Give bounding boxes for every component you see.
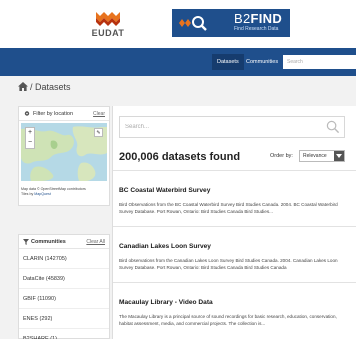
result-title[interactable]: Macaulay Library - Video Data [119, 299, 213, 306]
search-icon[interactable] [326, 120, 340, 134]
funnel-icon [23, 239, 29, 245]
dataset-search-input[interactable] [120, 117, 320, 137]
chevron-down-icon [334, 151, 344, 161]
main-nav: Datasets Communities [0, 48, 356, 76]
map-draw-icon[interactable]: ✎ [94, 128, 103, 137]
b2find-page: EUDAT B2FIND Find Research Data Datasets… [0, 0, 356, 339]
facet-item-b2share[interactable]: B2SHARE (1) [19, 329, 109, 339]
order-by-select[interactable]: Relevance [299, 150, 345, 162]
order-by-value: Relevance [303, 153, 327, 159]
eudat-wordmark: EUDAT [91, 28, 125, 38]
map-pin-icon [24, 111, 30, 116]
result-item: Macaulay Library - Video Data The Macaul… [113, 282, 356, 339]
map-attribution: Map data © OpenStreetMap contributors Ti… [21, 187, 109, 197]
location-filter-panel: Filter by location Clear + − ✎ Map data … [18, 106, 110, 206]
sidebar: Filter by location Clear + − ✎ Map data … [18, 106, 110, 339]
location-filter-header: Filter by location Clear [19, 107, 109, 121]
dataset-search-box [119, 116, 345, 138]
b2find-title: B2FIND [234, 11, 282, 26]
location-filter-title: Filter by location [33, 111, 74, 117]
communities-facet-title: Communities [31, 239, 66, 245]
order-by-label: Order by: [270, 153, 293, 159]
result-description: Bird Observations from the BC Coastal Wa… [119, 202, 338, 214]
facet-item-gbif[interactable]: GBIF (11090) [19, 289, 109, 309]
communities-facet-panel: Communities Clear All CLARIN (142705) Da… [18, 234, 110, 339]
breadcrumb-label: / Datasets [30, 82, 71, 92]
communities-facet-header: Communities Clear All [19, 235, 109, 249]
eudat-mark-icon [96, 12, 120, 26]
location-filter-clear[interactable]: Clear [93, 107, 105, 121]
eudat-logo[interactable]: EUDAT [86, 8, 130, 44]
facet-item-clarin[interactable]: CLARIN (142705) [19, 249, 109, 269]
site-header: EUDAT B2FIND Find Research Data [0, 0, 356, 48]
map-attribution-text: Map data © OpenStreetMap contributors [21, 187, 86, 191]
result-item: BC Coastal Waterbird Survey Bird Observa… [113, 170, 356, 226]
b2find-title-prefix: B2 [234, 11, 251, 26]
communities-facet-clear[interactable]: Clear All [86, 235, 105, 249]
map-tiles-link[interactable]: MapQuest [34, 192, 51, 196]
b2find-logo[interactable]: B2FIND Find Research Data [172, 9, 290, 37]
results-count: 200,006 datasets found [119, 151, 241, 163]
facet-item-enes[interactable]: ENES (292) [19, 309, 109, 329]
facet-item-datacite[interactable]: DataCite (45839) [19, 269, 109, 289]
nav-datasets[interactable]: Datasets [212, 54, 244, 70]
result-description: The Macaulay Library is a principal sour… [119, 314, 337, 326]
results-panel: 200,006 datasets found Order by: Relevan… [112, 106, 356, 339]
result-description: Bird observations from the Canadian Lake… [119, 258, 338, 270]
result-item: Canadian Lakes Loon Survey Bird observat… [113, 226, 356, 282]
b2find-magnifier-icon [179, 16, 207, 31]
nav-search-input[interactable] [283, 55, 356, 69]
map-zoom-control[interactable]: + − [25, 127, 35, 149]
home-icon[interactable] [18, 82, 28, 91]
result-title[interactable]: Canadian Lakes Loon Survey [119, 243, 211, 250]
b2find-title-bold: FIND [250, 11, 283, 26]
b2find-subtitle: Find Research Data [234, 26, 279, 32]
breadcrumb: / Datasets [18, 82, 71, 92]
zoom-out-icon[interactable]: − [26, 138, 34, 148]
location-map[interactable]: + − ✎ [21, 123, 107, 181]
zoom-in-icon[interactable]: + [26, 128, 34, 138]
nav-communities[interactable]: Communities [246, 54, 278, 70]
map-tiles-prefix: Tiles by [21, 192, 34, 196]
result-title[interactable]: BC Coastal Waterbird Survey [119, 187, 210, 194]
